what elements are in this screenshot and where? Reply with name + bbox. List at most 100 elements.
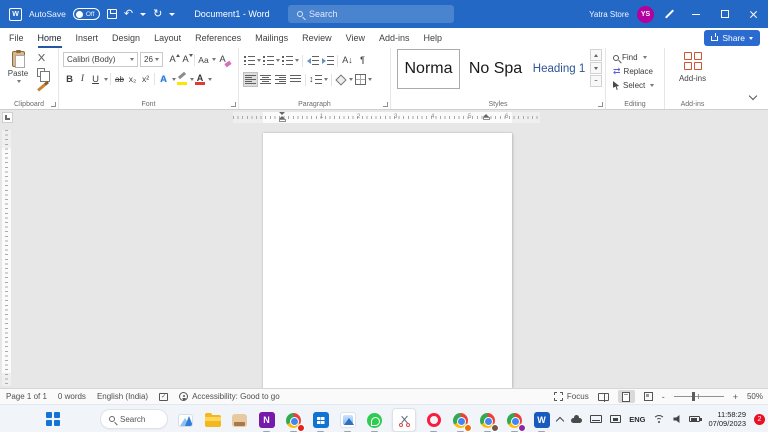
align-left-button[interactable] xyxy=(243,72,258,87)
shading-button[interactable] xyxy=(334,72,354,87)
tab-view[interactable]: View xyxy=(346,28,365,48)
borders-button[interactable] xyxy=(354,72,373,87)
zoom-level[interactable]: 50% xyxy=(747,392,763,401)
superscript-button[interactable]: x² xyxy=(139,72,152,86)
copy-icon[interactable] xyxy=(37,68,45,77)
tab-help[interactable]: Help xyxy=(424,28,443,48)
cut-icon[interactable] xyxy=(37,53,46,62)
text-effects-button[interactable]: A xyxy=(157,72,170,86)
shrink-font-button[interactable]: A xyxy=(179,53,192,67)
language-indicator[interactable]: English (India) xyxy=(97,392,148,401)
tab-home[interactable]: Home xyxy=(38,28,62,48)
clipboard-dialog-launcher-icon[interactable] xyxy=(51,102,56,107)
paste-button[interactable]: Paste xyxy=(4,51,32,95)
styles-dialog-launcher-icon[interactable] xyxy=(598,102,603,107)
tab-review[interactable]: Review xyxy=(302,28,332,48)
style-heading1[interactable]: Heading 1 xyxy=(531,49,587,89)
zoom-out-button[interactable]: - xyxy=(662,392,665,402)
proofing-icon[interactable]: ✓ xyxy=(159,393,168,401)
taskbar-search-box[interactable]: Search xyxy=(100,409,168,429)
maximize-button[interactable] xyxy=(710,0,739,28)
onenote-button[interactable]: N xyxy=(257,411,276,430)
whatsapp-button[interactable] xyxy=(365,411,384,430)
tab-insert[interactable]: Insert xyxy=(76,28,99,48)
stamp-app-button[interactable] xyxy=(230,411,249,430)
print-layout-button[interactable] xyxy=(618,390,635,403)
page-indicator[interactable]: Page 1 of 1 xyxy=(6,392,47,401)
vertical-ruler[interactable] xyxy=(2,130,11,386)
snipping-tool-button[interactable] xyxy=(392,408,416,432)
style-no-spacing[interactable]: No Spa xyxy=(462,49,529,89)
indent-marker-right[interactable] xyxy=(483,114,490,120)
underline-button[interactable]: U xyxy=(89,72,102,86)
strikethrough-button[interactable]: ab xyxy=(113,72,126,86)
tab-file[interactable]: File xyxy=(9,28,24,48)
notification-badge[interactable]: 2 xyxy=(754,414,765,425)
pen-mode-icon[interactable] xyxy=(665,9,674,18)
paragraph-dialog-launcher-icon[interactable] xyxy=(383,102,388,107)
multilevel-list-button[interactable] xyxy=(281,53,300,68)
read-mode-button[interactable] xyxy=(598,393,609,401)
show-formatting-marks-button[interactable]: ¶ xyxy=(355,53,370,68)
justify-button[interactable] xyxy=(288,72,303,87)
change-case-button[interactable]: Aa xyxy=(197,53,210,67)
bullets-button[interactable] xyxy=(243,53,262,68)
tab-addins[interactable]: Add-ins xyxy=(379,28,410,48)
align-center-button[interactable] xyxy=(258,72,273,87)
line-spacing-button[interactable]: ↕ xyxy=(308,72,329,87)
indent-marker-left[interactable] xyxy=(279,112,286,122)
share-button[interactable]: Share xyxy=(704,30,760,46)
zoom-thumb[interactable] xyxy=(692,392,695,401)
redo-icon[interactable]: ↻ xyxy=(153,9,162,20)
format-painter-icon[interactable] xyxy=(37,83,46,91)
grow-font-button[interactable]: A xyxy=(166,53,179,67)
decrease-indent-button[interactable] xyxy=(305,53,320,68)
file-explorer-button[interactable] xyxy=(203,411,222,430)
microsoft-store-button[interactable] xyxy=(311,411,330,430)
accessibility-status[interactable]: Accessibility: Good to go xyxy=(179,392,280,401)
collapse-ribbon-icon[interactable] xyxy=(749,92,757,100)
font-dialog-launcher-icon[interactable] xyxy=(231,102,236,107)
replace-button[interactable]: ⇄Replace xyxy=(613,65,653,78)
clock[interactable]: 11:58:29 07/09/2023 xyxy=(708,410,746,428)
input-language-button[interactable]: ENG xyxy=(629,415,645,424)
styles-gallery-more-button[interactable] xyxy=(590,75,602,87)
zoom-in-button[interactable]: + xyxy=(733,392,738,402)
tab-mailings[interactable]: Mailings xyxy=(255,28,288,48)
styles-scroll-up-button[interactable] xyxy=(590,49,602,61)
close-button[interactable] xyxy=(739,0,768,28)
task-view-button[interactable] xyxy=(176,411,195,430)
volume-button[interactable] xyxy=(673,415,681,423)
touch-keyboard-button[interactable] xyxy=(590,415,602,423)
wifi-button[interactable] xyxy=(653,415,665,424)
onedrive-button[interactable] xyxy=(571,415,582,423)
font-name-combo[interactable]: Calibri (Body) xyxy=(63,52,138,67)
highlight-color-button[interactable] xyxy=(176,73,188,85)
start-button[interactable] xyxy=(46,412,60,426)
photos-button[interactable] xyxy=(338,411,357,430)
focus-mode-button[interactable]: Focus xyxy=(554,392,589,401)
titlebar-search-box[interactable]: Search xyxy=(288,5,454,23)
word-taskbar-button[interactable]: W xyxy=(532,411,551,430)
style-normal[interactable]: Norma xyxy=(397,49,460,89)
chrome-profile2-button[interactable] xyxy=(478,411,497,430)
find-button[interactable]: Find xyxy=(613,51,647,64)
tab-design[interactable]: Design xyxy=(112,28,140,48)
account-name[interactable]: Yatra Store xyxy=(589,10,629,19)
chrome-youtube-button[interactable] xyxy=(284,411,303,430)
subscript-button[interactable]: x₂ xyxy=(126,72,139,86)
minimize-button[interactable] xyxy=(681,0,710,28)
increase-indent-button[interactable] xyxy=(320,53,335,68)
numbering-button[interactable] xyxy=(262,53,281,68)
font-size-combo[interactable]: 26 xyxy=(140,52,163,67)
web-layout-button[interactable] xyxy=(644,392,653,401)
select-button[interactable]: Select xyxy=(613,79,654,92)
sort-button[interactable]: A↓ xyxy=(340,53,355,68)
styles-scroll-down-button[interactable] xyxy=(590,62,602,74)
font-color-button[interactable]: A xyxy=(194,73,206,85)
tab-references[interactable]: References xyxy=(195,28,241,48)
bold-button[interactable]: B xyxy=(63,72,76,86)
autosave-toggle[interactable]: Off xyxy=(73,8,100,20)
hidden-icons-button[interactable] xyxy=(557,415,563,424)
align-right-button[interactable] xyxy=(273,72,288,87)
